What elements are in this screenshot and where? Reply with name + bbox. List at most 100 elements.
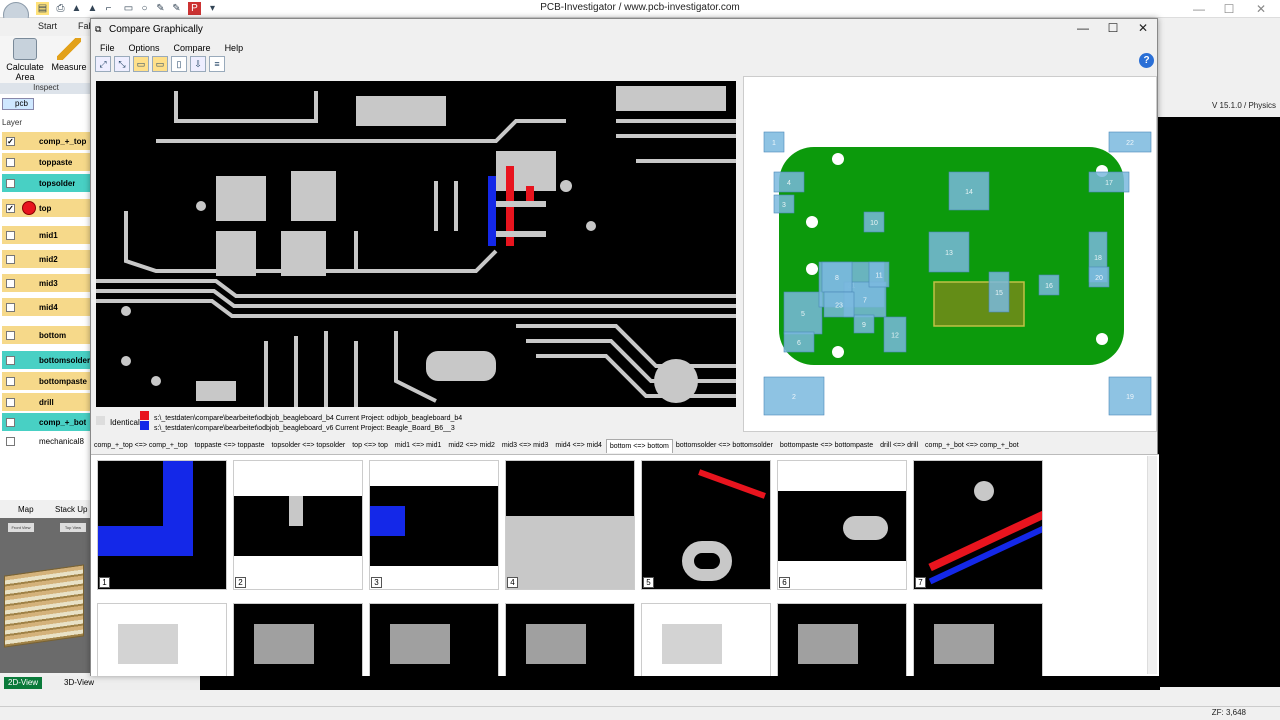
board-overview[interactable]: 1222435217910111213141516171819206823 [743,76,1157,432]
circle-icon[interactable]: ○ [138,2,151,15]
zoom-icon[interactable]: ⤢ [95,56,111,72]
pen-icon[interactable]: ✎ [154,2,167,15]
calculate-area-button[interactable]: Calculate Area [3,38,47,82]
front-view-button[interactable]: Front View [8,523,34,532]
difference-thumbnail[interactable]: 2 [233,460,363,590]
difference-thumbnail[interactable]: 6 [777,460,907,590]
layer-row-toppaste[interactable]: toppaste [2,153,92,171]
minimize-icon[interactable]: — [1069,21,1097,37]
layer-pair-tab[interactable]: mid3 <=> mid3 [499,439,553,453]
layer-pair-tab[interactable]: comp_+_top <=> comp_+_top [91,439,192,453]
pcb-tab[interactable]: pcb [2,98,34,110]
red-swatch [140,411,149,420]
ribbon-tab-start[interactable]: Start [38,21,57,31]
main-canvas[interactable] [1158,117,1280,687]
minimize-app-icon[interactable]: — [1184,1,1214,17]
layer-row-bottom[interactable]: bottom [2,326,92,344]
top-view-button[interactable]: Top View [60,523,86,532]
difference-thumbnail[interactable] [641,603,771,676]
difference-thumbnail[interactable] [369,603,499,676]
pointer-icon[interactable]: ▲ [86,2,99,15]
layer-row-bottomsolder[interactable]: bottomsolder [2,351,92,369]
board-icon[interactable]: ▭ [122,2,135,15]
layer-row-mid4[interactable]: mid4 [2,298,92,316]
route-icon[interactable]: ⌐ [102,2,115,15]
layer-checkbox[interactable]: ✓ [6,203,15,213]
layer-checkbox[interactable] [6,230,15,240]
layer-pair-tab[interactable]: toppaste <=> toppaste [192,439,269,453]
open-folder-icon[interactable]: ▭ [133,56,149,72]
layer-pair-tab[interactable]: bottom <=> bottom [605,439,673,453]
layer-row-mid2[interactable]: mid2 [2,250,92,268]
difference-thumbnail[interactable] [505,603,635,676]
layer-row-top[interactable]: ✓ top [2,199,92,217]
open-icon[interactable]: ▤ [36,2,49,15]
difference-thumbnail[interactable] [233,603,363,676]
layer-checkbox[interactable] [6,302,15,312]
difference-thumbnail[interactable]: 3 [369,460,499,590]
layer-checkbox[interactable] [6,355,15,365]
layer-pair-tab[interactable]: drill <=> drill [877,439,922,453]
layer-pair-tab[interactable]: mid4 <=> mid4 [552,439,606,453]
maximize-app-icon[interactable]: ☐ [1214,1,1244,17]
difference-thumbnail[interactable] [777,603,907,676]
layer-row-mechanical8[interactable]: mechanical8 [2,432,92,450]
menu-help[interactable]: Help [218,41,251,55]
list-icon[interactable]: ≡ [209,56,225,72]
difference-thumbnail[interactable]: 1 [97,460,227,590]
menu-compare[interactable]: Compare [167,41,218,55]
new-page-icon[interactable]: ▯ [171,56,187,72]
3d-view-tab[interactable]: 3D-View [60,677,98,689]
layer-pair-tab[interactable]: topsolder <=> topsolder [268,439,349,453]
export-icon[interactable]: ⇩ [190,56,206,72]
layer-row-bottompaste[interactable]: bottompaste [2,372,92,390]
stack-up-tab[interactable]: Stack Up [55,505,87,514]
layer-checkbox[interactable] [6,436,15,446]
layer-checkbox[interactable] [6,178,15,188]
customize-icon[interactable]: ▾ [206,2,219,15]
layer-row-comp-bot[interactable]: comp_+_bot [2,413,92,431]
layer-row-mid1[interactable]: mid1 [2,226,92,244]
zoom-fit-icon[interactable]: ⤡ [114,56,130,72]
difference-thumbnail[interactable]: 5 [641,460,771,590]
difference-thumbnail[interactable]: 7 [913,460,1043,590]
thumbnail-scrollbar[interactable] [1147,456,1157,674]
arrow-up-icon[interactable]: ▲ [70,2,83,15]
close-app-icon[interactable]: ✕ [1246,1,1276,17]
close-icon[interactable]: ✕ [1129,21,1157,37]
brush-icon[interactable]: ✎ [170,2,183,15]
menu-file[interactable]: File [93,41,122,55]
help-icon[interactable]: ? [1139,53,1154,68]
layer-pair-tab[interactable]: mid1 <=> mid1 [392,439,446,453]
layer-checkbox[interactable] [6,254,15,264]
layer-checkbox[interactable]: ✓ [6,136,15,146]
pdf-icon[interactable]: P [188,2,201,15]
layer-pair-tab[interactable]: comp_+_bot <=> comp_+_bot [922,439,1023,453]
measure-button[interactable]: Measure [47,38,91,72]
difference-thumbnail[interactable]: 4 [505,460,635,590]
layer-pair-tab[interactable]: top <=> top [349,439,392,453]
layer-row-topsolder[interactable]: topsolder [2,174,92,192]
open-folder-2-icon[interactable]: ▭ [152,56,168,72]
print-icon[interactable]: ⎙ [54,2,67,15]
layer-pair-tab[interactable]: bottomsolder <=> bottomsolder [673,439,777,453]
layer-checkbox[interactable] [6,330,15,340]
layer-row-drill[interactable]: drill [2,393,92,411]
layer-row-mid3[interactable]: mid3 [2,274,92,292]
layer-pair-tab[interactable]: bottompaste <=> bottompaste [777,439,877,453]
maximize-icon[interactable]: ☐ [1099,21,1127,37]
difference-thumbnail[interactable] [97,603,227,676]
layer-checkbox[interactable] [6,157,15,167]
layer-pair-tab[interactable]: mid2 <=> mid2 [445,439,499,453]
difference-thumbnail[interactable] [913,603,1043,676]
2d-view-tab[interactable]: 2D-View [4,677,43,689]
thumbnail-number: 3 [371,577,382,588]
layer-checkbox[interactable] [6,376,15,386]
compare-view[interactable] [96,81,736,407]
layer-checkbox[interactable] [6,417,15,427]
layer-checkbox[interactable] [6,397,15,407]
layer-checkbox[interactable] [6,278,15,288]
menu-options[interactable]: Options [122,41,167,55]
layer-row-comp-top[interactable]: ✓ comp_+_top [2,132,92,150]
map-tab[interactable]: Map [18,505,34,514]
